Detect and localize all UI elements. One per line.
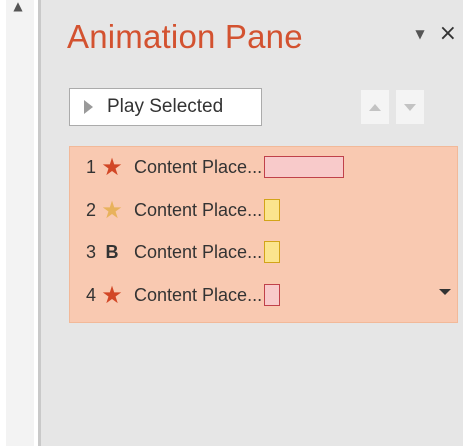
powerpoint-window: ▲ Animation Pane ▼ × Play Selected 1 ★ C… [0,0,463,446]
move-earlier-button[interactable] [361,90,389,124]
bold-b-icon: B [105,242,119,262]
play-icon [84,100,93,114]
animation-name: Content Place... [134,284,263,305]
animation-number: 3 [85,241,96,262]
slide-vertical-scrollbar[interactable]: ▲ [0,0,38,446]
list-item[interactable]: 4 ★ Content Place... [70,277,457,313]
scrollbar-track[interactable] [6,0,34,446]
chevron-up-icon [369,103,381,111]
animation-list: 1 ★ Content Place... 2 ★ Content Place..… [69,146,458,323]
scroll-up-arrow-icon[interactable]: ▲ [8,0,28,16]
star-red-icon: ★ [101,281,123,309]
animation-name: Content Place... [134,199,263,220]
list-item[interactable]: 3 B Content Place... [70,234,457,270]
pane-title: Animation Pane [67,18,303,55]
item-options-dropdown-icon[interactable] [439,289,451,295]
timing-bar[interactable] [264,199,281,221]
close-icon[interactable]: × [439,23,457,45]
animation-pane: Animation Pane ▼ × Play Selected 1 ★ Con… [41,0,463,446]
list-item[interactable]: 2 ★ Content Place... [70,192,457,228]
animation-number: 1 [85,156,96,177]
chevron-down-icon [404,103,416,111]
animation-name: Content Place... [134,241,263,262]
star-gold-icon: ★ [101,196,123,224]
timing-bar[interactable] [264,241,281,263]
play-selected-label: Play Selected [107,96,224,117]
animation-number: 2 [85,199,96,220]
play-selected-button[interactable]: Play Selected [69,88,262,126]
timing-bar[interactable] [264,156,345,178]
star-red-icon: ★ [101,153,123,181]
timing-bar[interactable] [264,284,281,306]
list-item[interactable]: 1 ★ Content Place... [70,149,457,185]
pane-options-dropdown-icon[interactable]: ▼ [415,28,424,40]
pane-controls: ▼ × [415,23,457,45]
move-later-button[interactable] [396,90,424,124]
animation-name: Content Place... [134,156,263,177]
animation-number: 4 [85,284,96,305]
